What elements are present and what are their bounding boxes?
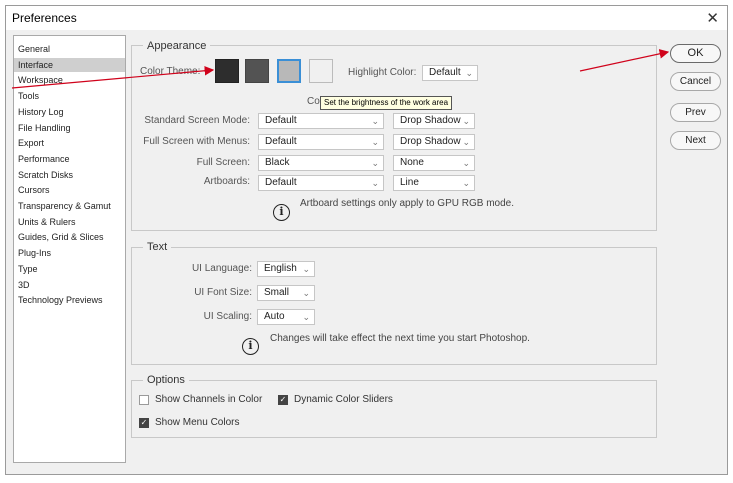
chevron-down-icon: ⌄: [371, 137, 379, 147]
full-screen-menus-label: Full Screen with Menus:: [143, 136, 250, 147]
prev-button[interactable]: Prev: [670, 103, 721, 122]
dynamic-sliders-checkbox[interactable]: ✓: [278, 395, 288, 405]
full-screen-menus-border-value: Drop Shadow: [400, 136, 461, 147]
sidebar-item-cursors[interactable]: Cursors: [14, 183, 125, 197]
color-theme-label: Color Theme:: [140, 66, 201, 77]
brightness-tooltip: Set the brightness of the work area: [320, 96, 453, 110]
title-bar: Preferences ✕: [6, 6, 727, 30]
ui-font-size-label: UI Font Size:: [194, 287, 252, 298]
chevron-down-icon: ⌄: [302, 288, 310, 298]
standard-screen-mode-value: Default: [265, 115, 297, 126]
full-screen-menus-dropdown[interactable]: Default ⌄: [258, 134, 384, 150]
restart-note: Changes will take effect the next time y…: [270, 333, 530, 344]
sidebar-item-general[interactable]: General: [14, 42, 125, 56]
options-group: [131, 380, 657, 438]
full-screen-value: Black: [265, 157, 290, 168]
show-channels-checkbox[interactable]: [139, 395, 149, 405]
chevron-down-icon: ⌄: [462, 158, 470, 168]
highlight-color-label: Highlight Color:: [348, 67, 417, 78]
artboards-label: Artboards:: [203, 176, 250, 187]
sidebar-item-workspace[interactable]: Workspace: [14, 73, 125, 87]
sidebar-item-history-log[interactable]: History Log: [14, 105, 125, 119]
theme-dark-swatch[interactable]: [245, 59, 269, 83]
full-screen-border-value: None: [400, 157, 424, 168]
standard-screen-border-value: Drop Shadow: [400, 115, 461, 126]
chevron-down-icon: ⌄: [371, 116, 379, 126]
show-menu-colors-checkbox[interactable]: ✓: [139, 418, 149, 428]
artboards-border-value: Line: [400, 177, 419, 188]
options-legend: Options: [143, 374, 189, 386]
info-icon: i: [273, 204, 290, 221]
sidebar-item-interface[interactable]: Interface: [14, 57, 125, 72]
sidebar-item-type[interactable]: Type: [14, 262, 125, 276]
sidebar-item-3d[interactable]: 3D: [14, 278, 125, 292]
sidebar-item-transparency-gamut[interactable]: Transparency & Gamut: [14, 199, 125, 213]
next-button[interactable]: Next: [670, 131, 721, 150]
sidebar-item-plug-ins[interactable]: Plug-Ins: [14, 246, 125, 260]
full-screen-menus-value: Default: [265, 136, 297, 147]
text-legend: Text: [143, 241, 172, 253]
standard-screen-border-dropdown[interactable]: Drop Shadow ⌄: [393, 113, 475, 129]
show-menu-colors-label: Show Menu Colors: [155, 417, 240, 428]
full-screen-menus-border-dropdown[interactable]: Drop Shadow ⌄: [393, 134, 475, 150]
sidebar-item-performance[interactable]: Performance: [14, 152, 125, 166]
chevron-down-icon: ⌄: [462, 137, 470, 147]
sidebar-item-units-rulers[interactable]: Units & Rulers: [14, 215, 125, 229]
dynamic-sliders-label: Dynamic Color Sliders: [294, 394, 393, 405]
ui-scaling-dropdown[interactable]: Auto ⌄: [257, 309, 315, 325]
cancel-button[interactable]: Cancel: [670, 72, 721, 91]
full-screen-dropdown[interactable]: Black ⌄: [258, 155, 384, 171]
artboard-note: Artboard settings only apply to GPU RGB …: [300, 198, 514, 209]
chevron-down-icon: ⌄: [302, 312, 310, 322]
chevron-down-icon: ⌄: [371, 178, 379, 188]
sidebar-item-tools[interactable]: Tools: [14, 89, 125, 103]
ui-scaling-value: Auto: [264, 311, 285, 322]
ui-font-size-value: Small: [264, 287, 290, 298]
sidebar-item-guides-grid-slices[interactable]: Guides, Grid & Slices: [14, 230, 125, 244]
show-channels-label: Show Channels in Color: [155, 394, 263, 405]
dialog-title: Preferences: [12, 11, 77, 25]
standard-screen-mode-label: Standard Screen Mode:: [144, 115, 250, 126]
ui-language-dropdown[interactable]: English ⌄: [257, 261, 315, 277]
sidebar-item-export[interactable]: Export: [14, 136, 125, 150]
theme-light-swatch[interactable]: [277, 59, 301, 83]
chevron-down-icon: ⌄: [302, 264, 310, 274]
preferences-sidebar: General Interface Workspace Tools History Lo…: [13, 35, 126, 463]
close-icon[interactable]: ✕: [706, 9, 719, 27]
sidebar-item-technology-previews[interactable]: Technology Previews: [14, 293, 125, 307]
chevron-down-icon: ⌄: [371, 158, 379, 168]
ui-scaling-label: UI Scaling:: [203, 311, 252, 322]
full-screen-label: Full Screen:: [196, 157, 250, 168]
sidebar-item-file-handling[interactable]: File Handling: [14, 121, 125, 135]
ui-language-value: English: [264, 263, 297, 274]
info-icon: i: [242, 338, 259, 355]
artboards-value: Default: [265, 177, 297, 188]
ui-font-size-dropdown[interactable]: Small ⌄: [257, 285, 315, 301]
appearance-legend: Appearance: [143, 40, 211, 52]
highlight-color-dropdown[interactable]: Default ⌄: [422, 65, 478, 81]
standard-screen-mode-dropdown[interactable]: Default ⌄: [258, 113, 384, 129]
chevron-down-icon: ⌄: [462, 178, 470, 188]
theme-lightest-swatch[interactable]: [309, 59, 333, 83]
chevron-down-icon: ⌄: [465, 68, 473, 78]
chevron-down-icon: ⌄: [462, 116, 470, 126]
theme-darkest-swatch[interactable]: [215, 59, 239, 83]
highlight-color-value: Default: [429, 67, 461, 78]
sidebar-item-scratch-disks[interactable]: Scratch Disks: [14, 168, 125, 182]
full-screen-border-dropdown[interactable]: None ⌄: [393, 155, 475, 171]
ok-button[interactable]: OK: [670, 44, 721, 63]
artboards-dropdown[interactable]: Default ⌄: [258, 175, 384, 191]
artboards-border-dropdown[interactable]: Line ⌄: [393, 175, 475, 191]
ui-language-label: UI Language:: [191, 263, 252, 274]
